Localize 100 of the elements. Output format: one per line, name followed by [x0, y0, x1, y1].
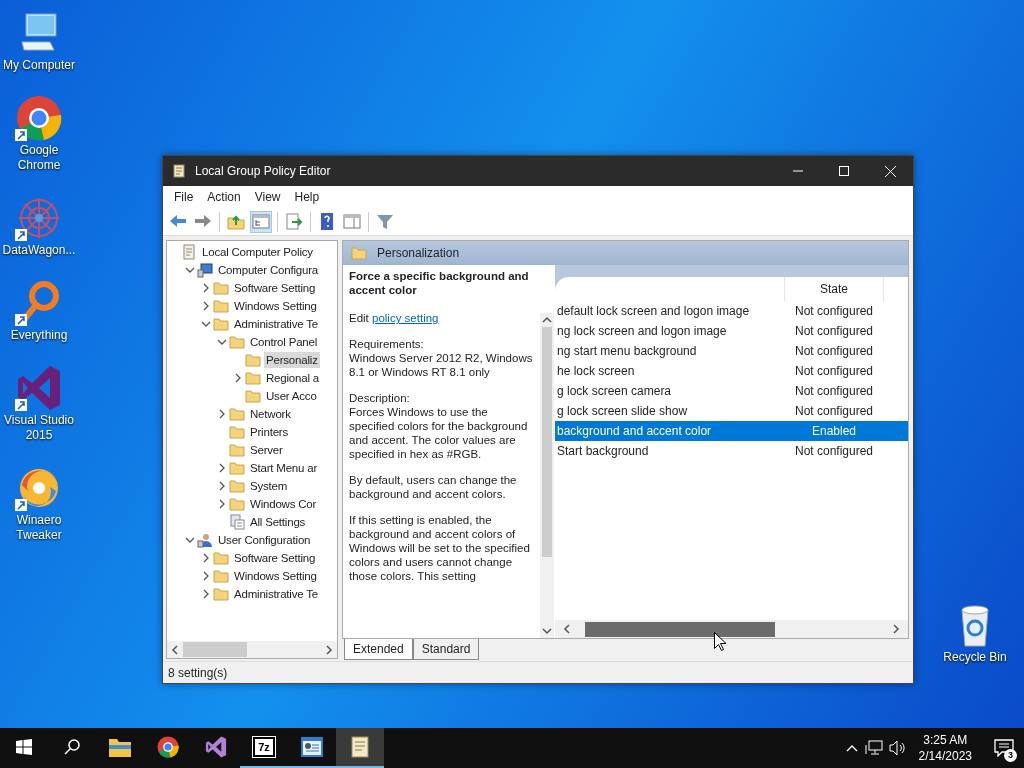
tree-item[interactable]: Personaliz [264, 352, 320, 368]
list-row[interactable]: g lock screen slide show Not configured [555, 401, 908, 421]
list-row[interactable]: ng lock screen and logon image Not configured [555, 321, 908, 341]
list-row[interactable]: ng start menu background Not configured [555, 341, 908, 361]
chevron-right-icon[interactable] [217, 481, 227, 491]
tree-item[interactable]: Windows Setting [232, 298, 319, 314]
policy-scroll-icon [171, 163, 187, 179]
pane-title: Personalization [377, 245, 460, 262]
toolbar-button[interactable] [283, 210, 305, 233]
chevron-right-icon[interactable] [217, 499, 227, 509]
chevron-right-icon[interactable] [201, 301, 211, 311]
tree-item[interactable]: Computer Configura [216, 262, 320, 278]
scrollbar-thumb[interactable] [183, 642, 247, 657]
tree-item[interactable]: User Configuration [216, 532, 313, 548]
tree-item[interactable]: Administrative Te [232, 316, 320, 332]
taskbar-app-button[interactable]: 7z [240, 728, 288, 768]
visual-studio-icon [204, 735, 228, 759]
folder-icon [229, 496, 245, 512]
scrollbar-thumb[interactable] [542, 327, 552, 557]
desktop-icon[interactable]: My Computer [0, 8, 78, 73]
folder-icon [213, 298, 229, 314]
menu-item[interactable]: Help [287, 188, 327, 206]
tree-item[interactable]: Administrative Te [232, 586, 320, 602]
shortcut-arrow-icon [15, 314, 27, 326]
settings-icon [229, 514, 245, 530]
chevron-right-icon[interactable] [201, 553, 211, 563]
folder-icon [213, 568, 229, 584]
setting-state: Not configured [793, 403, 874, 420]
windows-logo-icon [16, 739, 32, 755]
chevron-right-icon[interactable] [201, 571, 211, 581]
chevron-right-icon[interactable] [217, 463, 227, 473]
tree-item[interactable]: User Acco [264, 388, 319, 404]
tree-item[interactable]: Network [248, 406, 293, 422]
folder-icon [245, 352, 261, 368]
desktop-icon[interactable]: Recycle Bin [940, 600, 1010, 665]
tree-item[interactable]: Software Setting [232, 280, 318, 296]
policy-setting-link[interactable]: policy setting [372, 312, 439, 324]
folder-icon [229, 406, 245, 422]
tab[interactable]: Standard [412, 639, 480, 660]
tree-item[interactable]: Windows Cor [248, 496, 319, 512]
menu-item[interactable]: View [247, 188, 288, 206]
menu-item[interactable]: File [167, 188, 201, 206]
folder-icon [229, 424, 245, 440]
tab[interactable]: Extended [344, 639, 413, 660]
chevron-right-icon[interactable] [201, 589, 211, 599]
chevron-right-icon[interactable] [217, 409, 227, 419]
scrollbar-thumb[interactable] [585, 621, 775, 637]
network-icon[interactable] [864, 740, 883, 756]
tree-item[interactable]: All Settings [248, 514, 308, 530]
maximize-icon [839, 166, 849, 176]
computer-icon [197, 262, 213, 278]
column-header[interactable]: State [820, 280, 848, 298]
setting-state: Not configured [793, 383, 874, 400]
desktop-icon[interactable]: Winaero Tweaker [0, 463, 78, 543]
policy-scroll-icon [349, 735, 371, 759]
list-row[interactable]: Start background Not configured [555, 441, 908, 461]
setting-state: Not configured [793, 363, 874, 380]
tree-item[interactable]: Windows Setting [232, 568, 319, 584]
list-row[interactable]: default lock screen and logon image Not configured [555, 301, 908, 321]
tree-item[interactable]: Start Menu ar [248, 460, 320, 476]
list-row[interactable]: g lock screen camera Not configured [555, 381, 908, 401]
desktop-icon[interactable]: Google Chrome [0, 93, 78, 173]
tree-item[interactable]: Regional a [264, 370, 321, 386]
chevron-right-icon[interactable] [201, 283, 211, 293]
desktop-icon-label: Recycle Bin [943, 650, 1007, 665]
chevron-down-icon[interactable] [185, 535, 195, 545]
tree-item[interactable]: Printers [248, 424, 291, 440]
folder-icon [229, 478, 245, 494]
list-row[interactable]: background and accent color Enabled [555, 421, 908, 441]
list-row[interactable]: he lock screen Not configured [555, 361, 908, 381]
chevron-right-icon[interactable] [233, 373, 243, 383]
description-title: Force a specific background and accent color [349, 269, 530, 297]
volume-icon[interactable] [888, 740, 907, 756]
desktop-icon[interactable]: DataWagon... [0, 193, 78, 258]
chrome-icon [14, 93, 64, 143]
chevron-down-icon[interactable] [217, 337, 227, 347]
setting-name: g lock screen slide show [557, 403, 689, 420]
setting-name: background and accent color [557, 423, 713, 440]
setting-name: default lock screen and logon image [557, 303, 751, 320]
desktop-icon[interactable]: Everything [0, 278, 78, 343]
tree-item[interactable]: Software Setting [232, 550, 318, 566]
shortcut-arrow-icon [15, 399, 27, 411]
search-icon [63, 738, 81, 756]
tree-item[interactable]: System [248, 478, 290, 494]
status-text: 8 setting(s) [168, 664, 228, 682]
tree-item[interactable]: Local Computer Policy [200, 244, 315, 260]
folder-icon [213, 316, 229, 332]
desktop-icon-label: Visual Studio 2015 [3, 413, 75, 443]
notifications-button[interactable]: 3 [984, 728, 1024, 768]
chevron-down-icon[interactable] [201, 319, 211, 329]
chevron-down-icon[interactable] [185, 265, 195, 275]
folder-icon [108, 736, 132, 758]
tree-item[interactable]: Control Panel [248, 334, 320, 350]
taskbar-app-button[interactable] [336, 728, 384, 768]
clock[interactable]: 3:25 AM 2/14/2023 [912, 732, 978, 764]
description-paragraph: If this setting is enabled, the background and accent colors of Windows will be set to the specified colors and users cannot change those colors. This setting [349, 513, 531, 583]
desktop-icon[interactable]: Visual Studio 2015 [0, 363, 78, 443]
folder-icon [213, 586, 229, 602]
menu-item[interactable]: Action [200, 188, 248, 206]
tree-item[interactable]: Server [248, 442, 285, 458]
